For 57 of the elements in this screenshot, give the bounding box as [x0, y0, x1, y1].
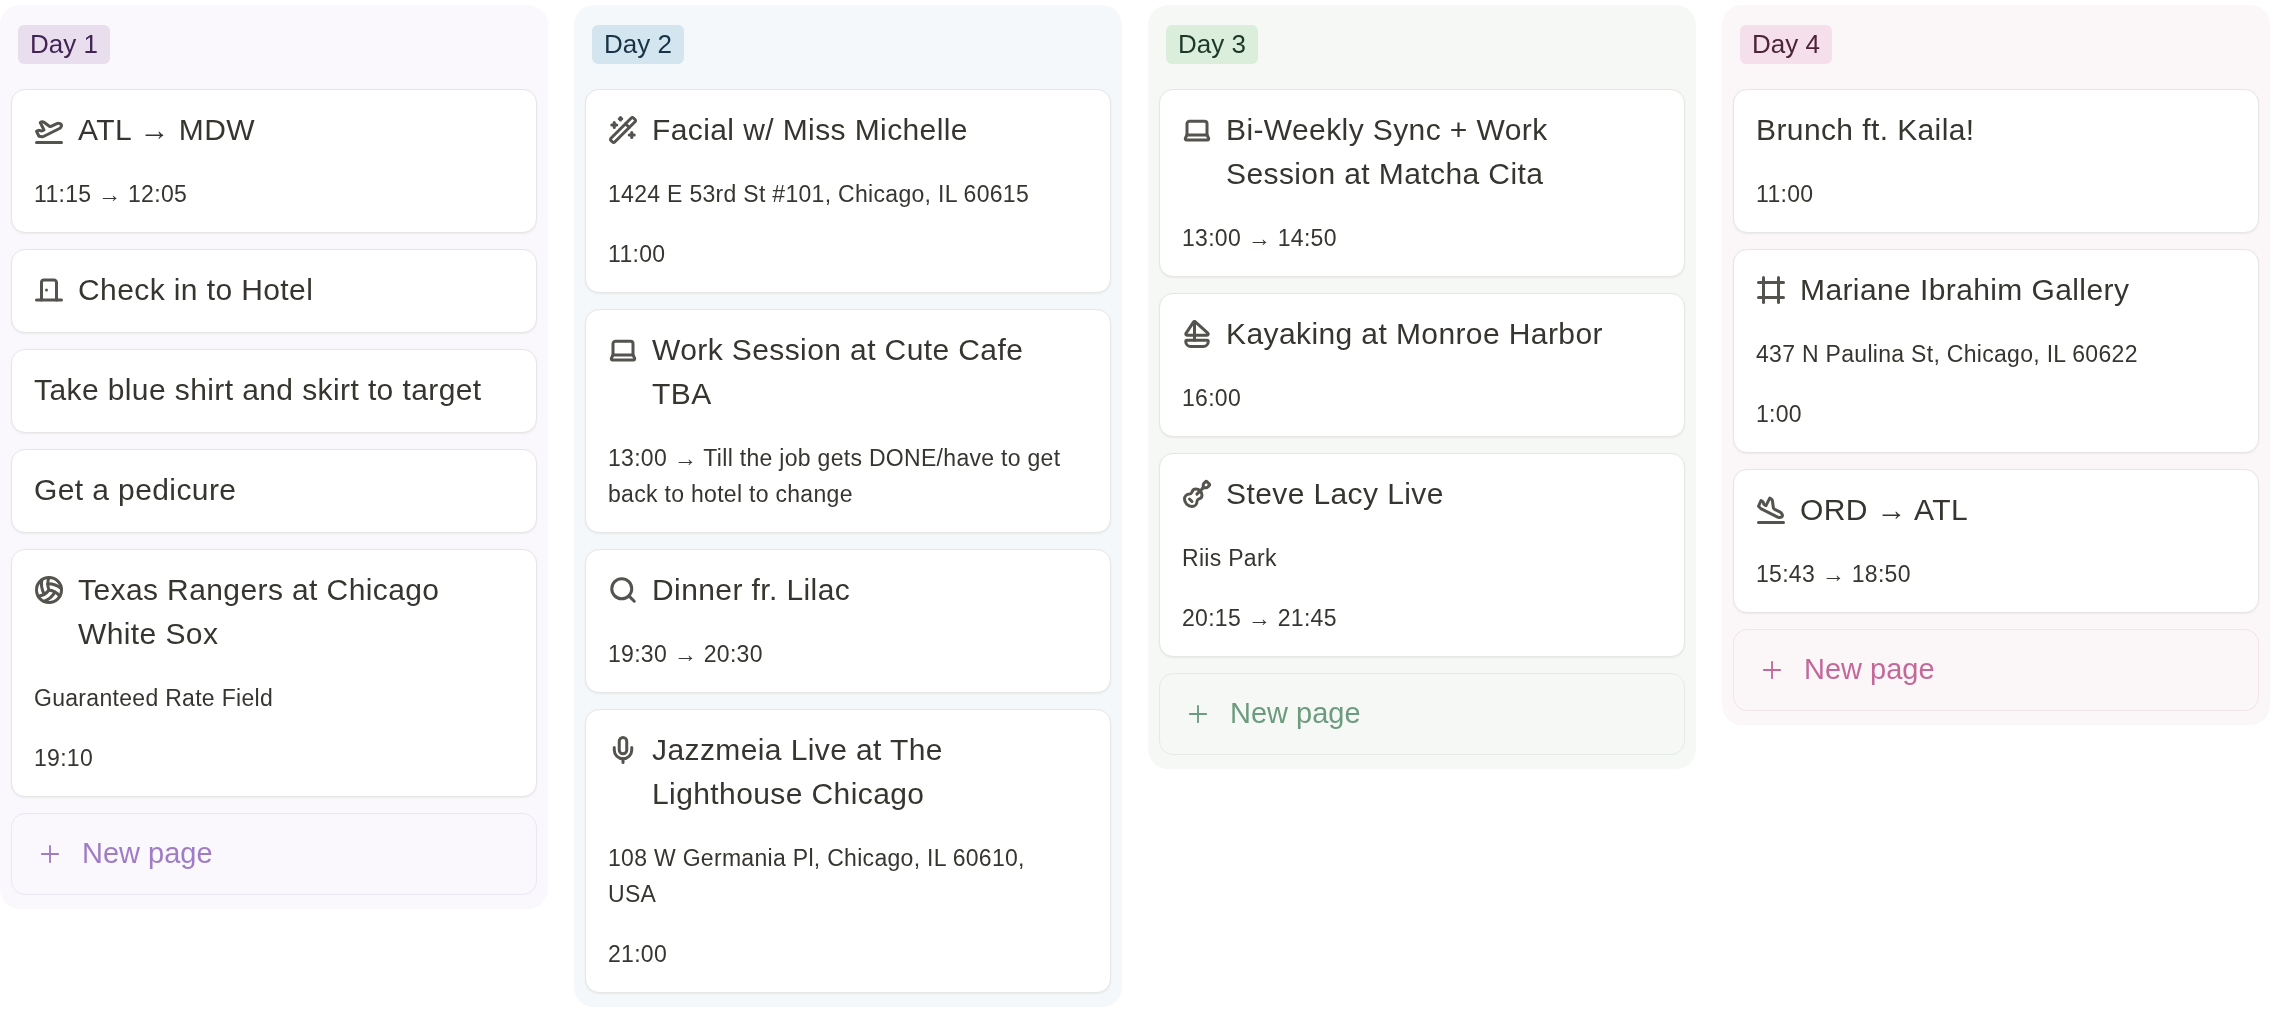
card-detail: 1:00 [1756, 400, 1803, 429]
group-tag: Day 4 [1740, 25, 1832, 64]
search-icon [608, 575, 638, 605]
group-tag: Day 1 [18, 25, 110, 64]
event-card[interactable]: ATL → MDW 11:15 → 12:05 [11, 89, 537, 233]
card-title: Get a pedicure [34, 472, 237, 508]
card-title: Check in to Hotel [78, 272, 314, 308]
card-title: Bi-Weekly Sync + Work Session at Matcha Cita [1226, 112, 1549, 192]
card-detail: 15:43 → 18:50 [1756, 560, 1912, 589]
card-title: Steve Lacy Live [1226, 476, 1444, 512]
card-title: Work Session at Cute Cafe TBA [652, 332, 1025, 412]
card-detail: 11:00 [608, 240, 667, 269]
card-detail: Guaranteed Rate Field [34, 684, 274, 713]
card-detail: 11:15 → 12:05 [34, 180, 189, 209]
event-card[interactable]: Facial w/ Miss Michelle 1424 E 53rd St #101, Chicago, IL 60615 11:00 [585, 89, 1111, 293]
event-card[interactable]: Kayaking at Monroe Harbor 16:00 [1159, 293, 1685, 437]
event-card[interactable]: Bi-Weekly Sync + Work Session at Matcha Cita 13:00 → 14:50 [1159, 89, 1685, 277]
event-card[interactable]: ORD → ATL 15:43 → 18:50 [1733, 469, 2259, 613]
card-detail: 19:30 → 20:30 [608, 640, 764, 669]
card-title: Dinner fr. Lilac [652, 572, 851, 608]
guitar-icon [1182, 479, 1212, 509]
card-detail: 1424 E 53rd St #101, Chicago, IL 60615 [608, 180, 1031, 209]
card-detail: 437 N Paulina St, Chicago, IL 60622 [1756, 340, 2139, 369]
event-card[interactable]: Dinner fr. Lilac 19:30 → 20:30 [585, 549, 1111, 693]
plane-landing-icon [1756, 495, 1786, 525]
card-title: Texas Rangers at Chicago White Sox [78, 572, 441, 652]
card-title: Mariane Ibrahim Gallery [1800, 272, 2130, 308]
group-tag: Day 2 [592, 25, 684, 64]
card-detail: 19:10 [34, 744, 95, 773]
group-tag: Day 3 [1166, 25, 1258, 64]
event-card[interactable]: Take blue shirt and skirt to target [11, 349, 537, 433]
event-card[interactable]: Get a pedicure [11, 449, 537, 533]
card-detail: 13:00 → Till the job gets DONE/have to get back to hotel to change [608, 444, 1062, 509]
event-card[interactable]: Mariane Ibrahim Gallery 437 N Paulina St, Chicago, IL 60622 1:00 [1733, 249, 2259, 453]
event-card[interactable]: Jazzmeia Live at The Lighthouse Chicago 108 W Germania Pl, Chicago, IL 60610, USA 21:00 [585, 709, 1111, 993]
ball-icon [34, 575, 64, 605]
card-detail: 21:00 [608, 940, 669, 969]
event-card[interactable]: Brunch ft. Kaila! 11:00 [1733, 89, 2259, 233]
event-card[interactable]: Steve Lacy Live Riis Park 20:15 → 21:45 [1159, 453, 1685, 657]
card-detail: 108 W Germania Pl, Chicago, IL 60610, USA [608, 844, 1026, 909]
card-detail: Riis Park [1182, 544, 1278, 573]
card-title: Take blue shirt and skirt to target [34, 372, 482, 408]
card-detail: 16:00 [1182, 384, 1243, 413]
sailboat-icon [1182, 319, 1212, 349]
card-detail: 11:00 [1756, 180, 1815, 209]
magic-wand-icon [608, 115, 638, 145]
event-card[interactable]: Work Session at Cute Cafe TBA 13:00 → Till the job gets DONE/have to get back to hotel to change [585, 309, 1111, 533]
card-title: Jazzmeia Live at The Lighthouse Chicago [652, 732, 944, 812]
card-title: Brunch ft. Kaila! [1756, 112, 1975, 148]
event-card[interactable]: Check in to Hotel [11, 249, 537, 333]
card-detail: 20:15 → 21:45 [1182, 604, 1338, 633]
event-card[interactable]: Texas Rangers at Chicago White Sox Guaranteed Rate Field 19:10 [11, 549, 537, 797]
card-title: ORD → ATL [1800, 492, 1969, 528]
card-title: ATL → MDW [78, 112, 255, 148]
card-title: Facial w/ Miss Michelle [652, 112, 968, 148]
card-detail: 13:00 → 14:50 [1182, 224, 1338, 253]
card-title: Kayaking at Monroe Harbor [1226, 316, 1603, 352]
